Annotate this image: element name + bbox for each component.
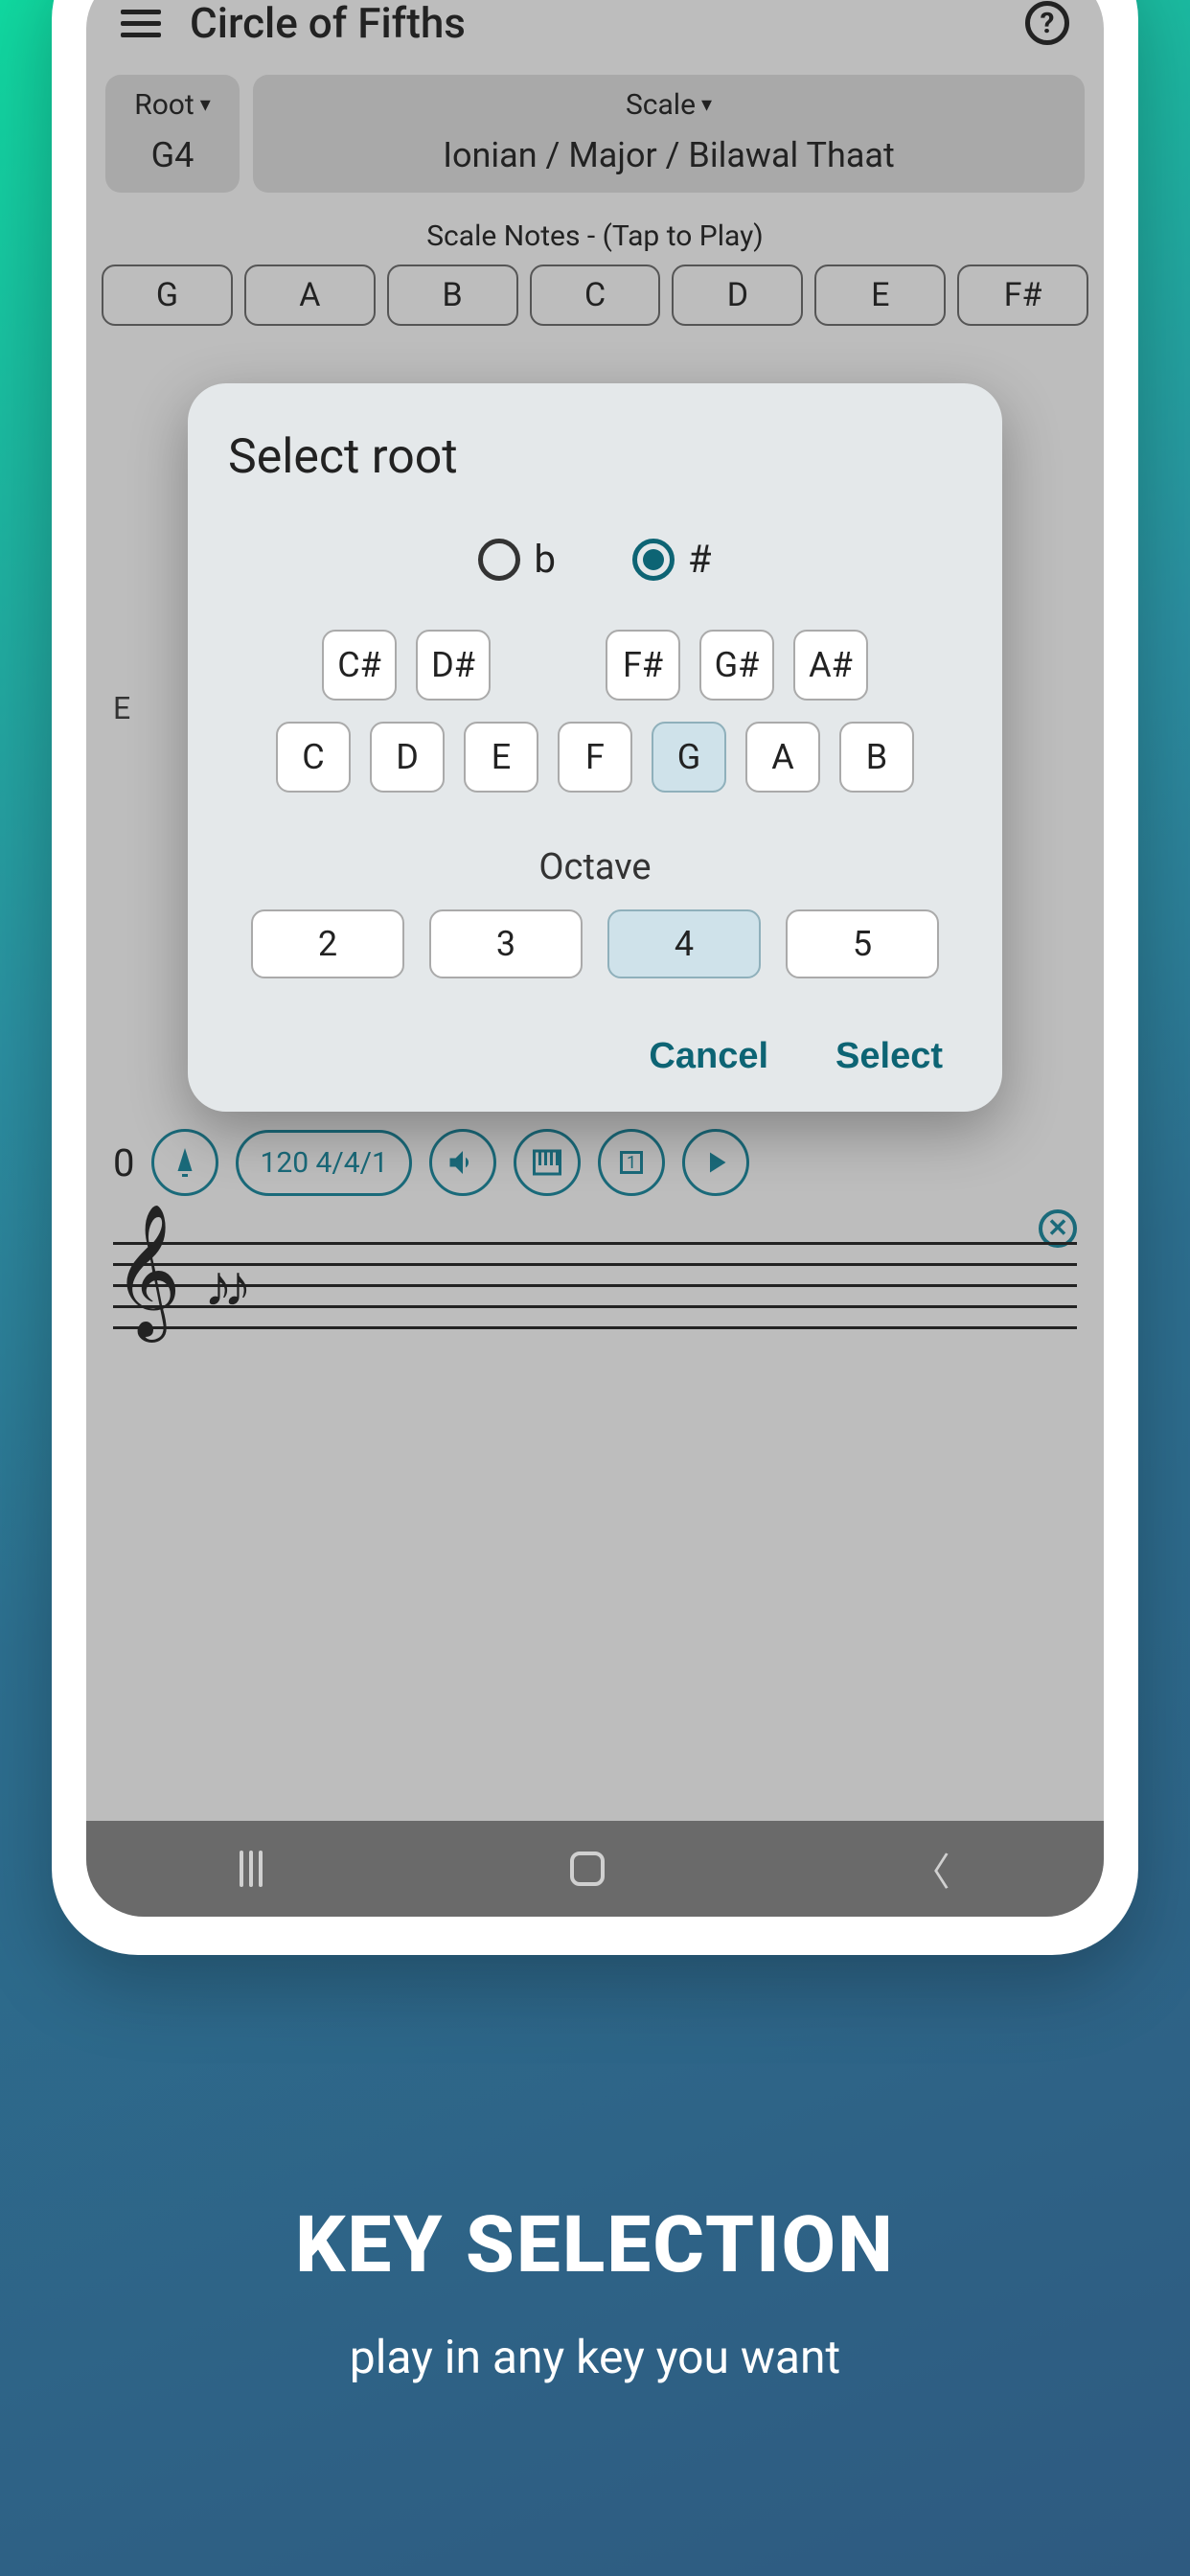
key-button[interactable]: D# xyxy=(416,630,491,701)
side-note-e: E xyxy=(113,690,130,726)
phone-frame: Circle of Fifths ? Root ▾ G4 Scale ▾ Ion… xyxy=(52,0,1138,1955)
scale-label: Scale xyxy=(626,88,696,122)
radio-flat-label: b xyxy=(534,537,555,582)
key-button[interactable]: G# xyxy=(699,630,774,701)
sharps-row: C# D# F# G# A# xyxy=(322,630,868,701)
key-button[interactable]: C# xyxy=(322,630,397,701)
recent-apps-icon[interactable] xyxy=(240,1851,263,1887)
scale-note[interactable]: E xyxy=(814,264,946,326)
chevron-down-icon: ▾ xyxy=(701,93,712,117)
key-button[interactable]: F# xyxy=(606,630,680,701)
tempo-selector[interactable]: 120 4/4/1 xyxy=(236,1130,411,1196)
select-button[interactable]: Select xyxy=(835,1036,943,1077)
staff-area: ✕ 𝄞 ♪♪ xyxy=(86,1213,1104,1347)
root-selector[interactable]: Root ▾ G4 xyxy=(105,75,240,193)
piano-icon[interactable] xyxy=(514,1129,581,1196)
back-icon[interactable]: 〈 xyxy=(912,1841,950,1897)
staff-chord: ♪♪ xyxy=(204,1252,242,1320)
octave-label: Octave xyxy=(228,846,962,888)
chevron-down-icon: ▾ xyxy=(200,93,211,117)
promo-title: KEY SELECTION xyxy=(0,2199,1190,2291)
key-grid: C# D# F# G# A# C D E F G A B xyxy=(228,630,962,793)
scale-note[interactable]: B xyxy=(387,264,518,326)
octave-button-selected[interactable]: 4 xyxy=(607,909,761,978)
volume-icon[interactable] xyxy=(429,1129,496,1196)
scale-note[interactable]: F# xyxy=(957,264,1088,326)
scale-note[interactable]: D xyxy=(672,264,803,326)
scale-selector[interactable]: Scale ▾ Ionian / Major / Bilawal Thaat xyxy=(253,75,1085,193)
key-button[interactable]: F xyxy=(558,722,632,793)
key-button[interactable]: A xyxy=(745,722,820,793)
metronome-icon[interactable] xyxy=(151,1129,218,1196)
home-icon[interactable] xyxy=(570,1852,605,1886)
beat-count: 0 xyxy=(113,1140,134,1185)
promo-subtitle: play in any key you want xyxy=(0,2330,1190,2384)
dialog-actions: Cancel Select xyxy=(228,1036,962,1077)
octave-button[interactable]: 5 xyxy=(786,909,939,978)
selector-row: Root ▾ G4 Scale ▾ Ionian / Major / Bilaw… xyxy=(86,75,1104,193)
app-screen: Circle of Fifths ? Root ▾ G4 Scale ▾ Ion… xyxy=(86,0,1104,1917)
treble-clef-icon: 𝄞 xyxy=(113,1213,181,1328)
radio-sharp-label: # xyxy=(688,537,712,582)
scale-note[interactable]: C xyxy=(530,264,661,326)
promo-text: KEY SELECTION play in any key you want xyxy=(0,2199,1190,2384)
svg-text:1: 1 xyxy=(627,1153,636,1173)
select-root-dialog: Select root b # C# D# F# G# A xyxy=(188,383,1002,1112)
page-title: Circle of Fifths xyxy=(190,0,466,48)
octave-button[interactable]: 3 xyxy=(429,909,583,978)
key-button-selected[interactable]: G xyxy=(652,722,726,793)
key-button[interactable]: D xyxy=(370,722,445,793)
help-icon[interactable]: ? xyxy=(1025,1,1069,45)
scale-note[interactable]: A xyxy=(244,264,376,326)
loop-icon[interactable]: 1 xyxy=(598,1129,665,1196)
android-nav-bar: 〈 xyxy=(86,1821,1104,1917)
key-button[interactable]: A# xyxy=(793,630,868,701)
octave-button[interactable]: 2 xyxy=(251,909,404,978)
radio-icon xyxy=(632,539,675,581)
radio-icon xyxy=(478,539,520,581)
root-label: Root xyxy=(134,88,195,122)
scale-value: Ionian / Major / Bilawal Thaat xyxy=(443,135,895,175)
music-staff[interactable]: 𝄞 ♪♪ xyxy=(113,1223,1077,1338)
radio-sharp[interactable]: # xyxy=(632,537,712,582)
radio-flat[interactable]: b xyxy=(478,537,555,582)
root-value: G4 xyxy=(151,135,195,175)
key-button[interactable]: B xyxy=(839,722,914,793)
dialog-title: Select root xyxy=(228,429,962,485)
app-header: Circle of Fifths ? xyxy=(86,0,1104,75)
octave-row: 2 3 4 5 xyxy=(228,909,962,978)
play-icon[interactable] xyxy=(682,1129,749,1196)
scale-notes-header: Scale Notes - (Tap to Play) xyxy=(86,219,1104,253)
key-button[interactable]: E xyxy=(464,722,538,793)
transport-bar: 0 120 4/4/1 1 xyxy=(86,1112,1104,1213)
key-button[interactable]: C xyxy=(276,722,351,793)
naturals-row: C D E F G A B xyxy=(276,722,914,793)
scale-notes-row: G A B C D E F# xyxy=(86,253,1104,326)
scale-note[interactable]: G xyxy=(102,264,233,326)
menu-icon[interactable] xyxy=(121,10,161,37)
cancel-button[interactable]: Cancel xyxy=(649,1036,768,1077)
accidental-radio-group: b # xyxy=(228,537,962,582)
